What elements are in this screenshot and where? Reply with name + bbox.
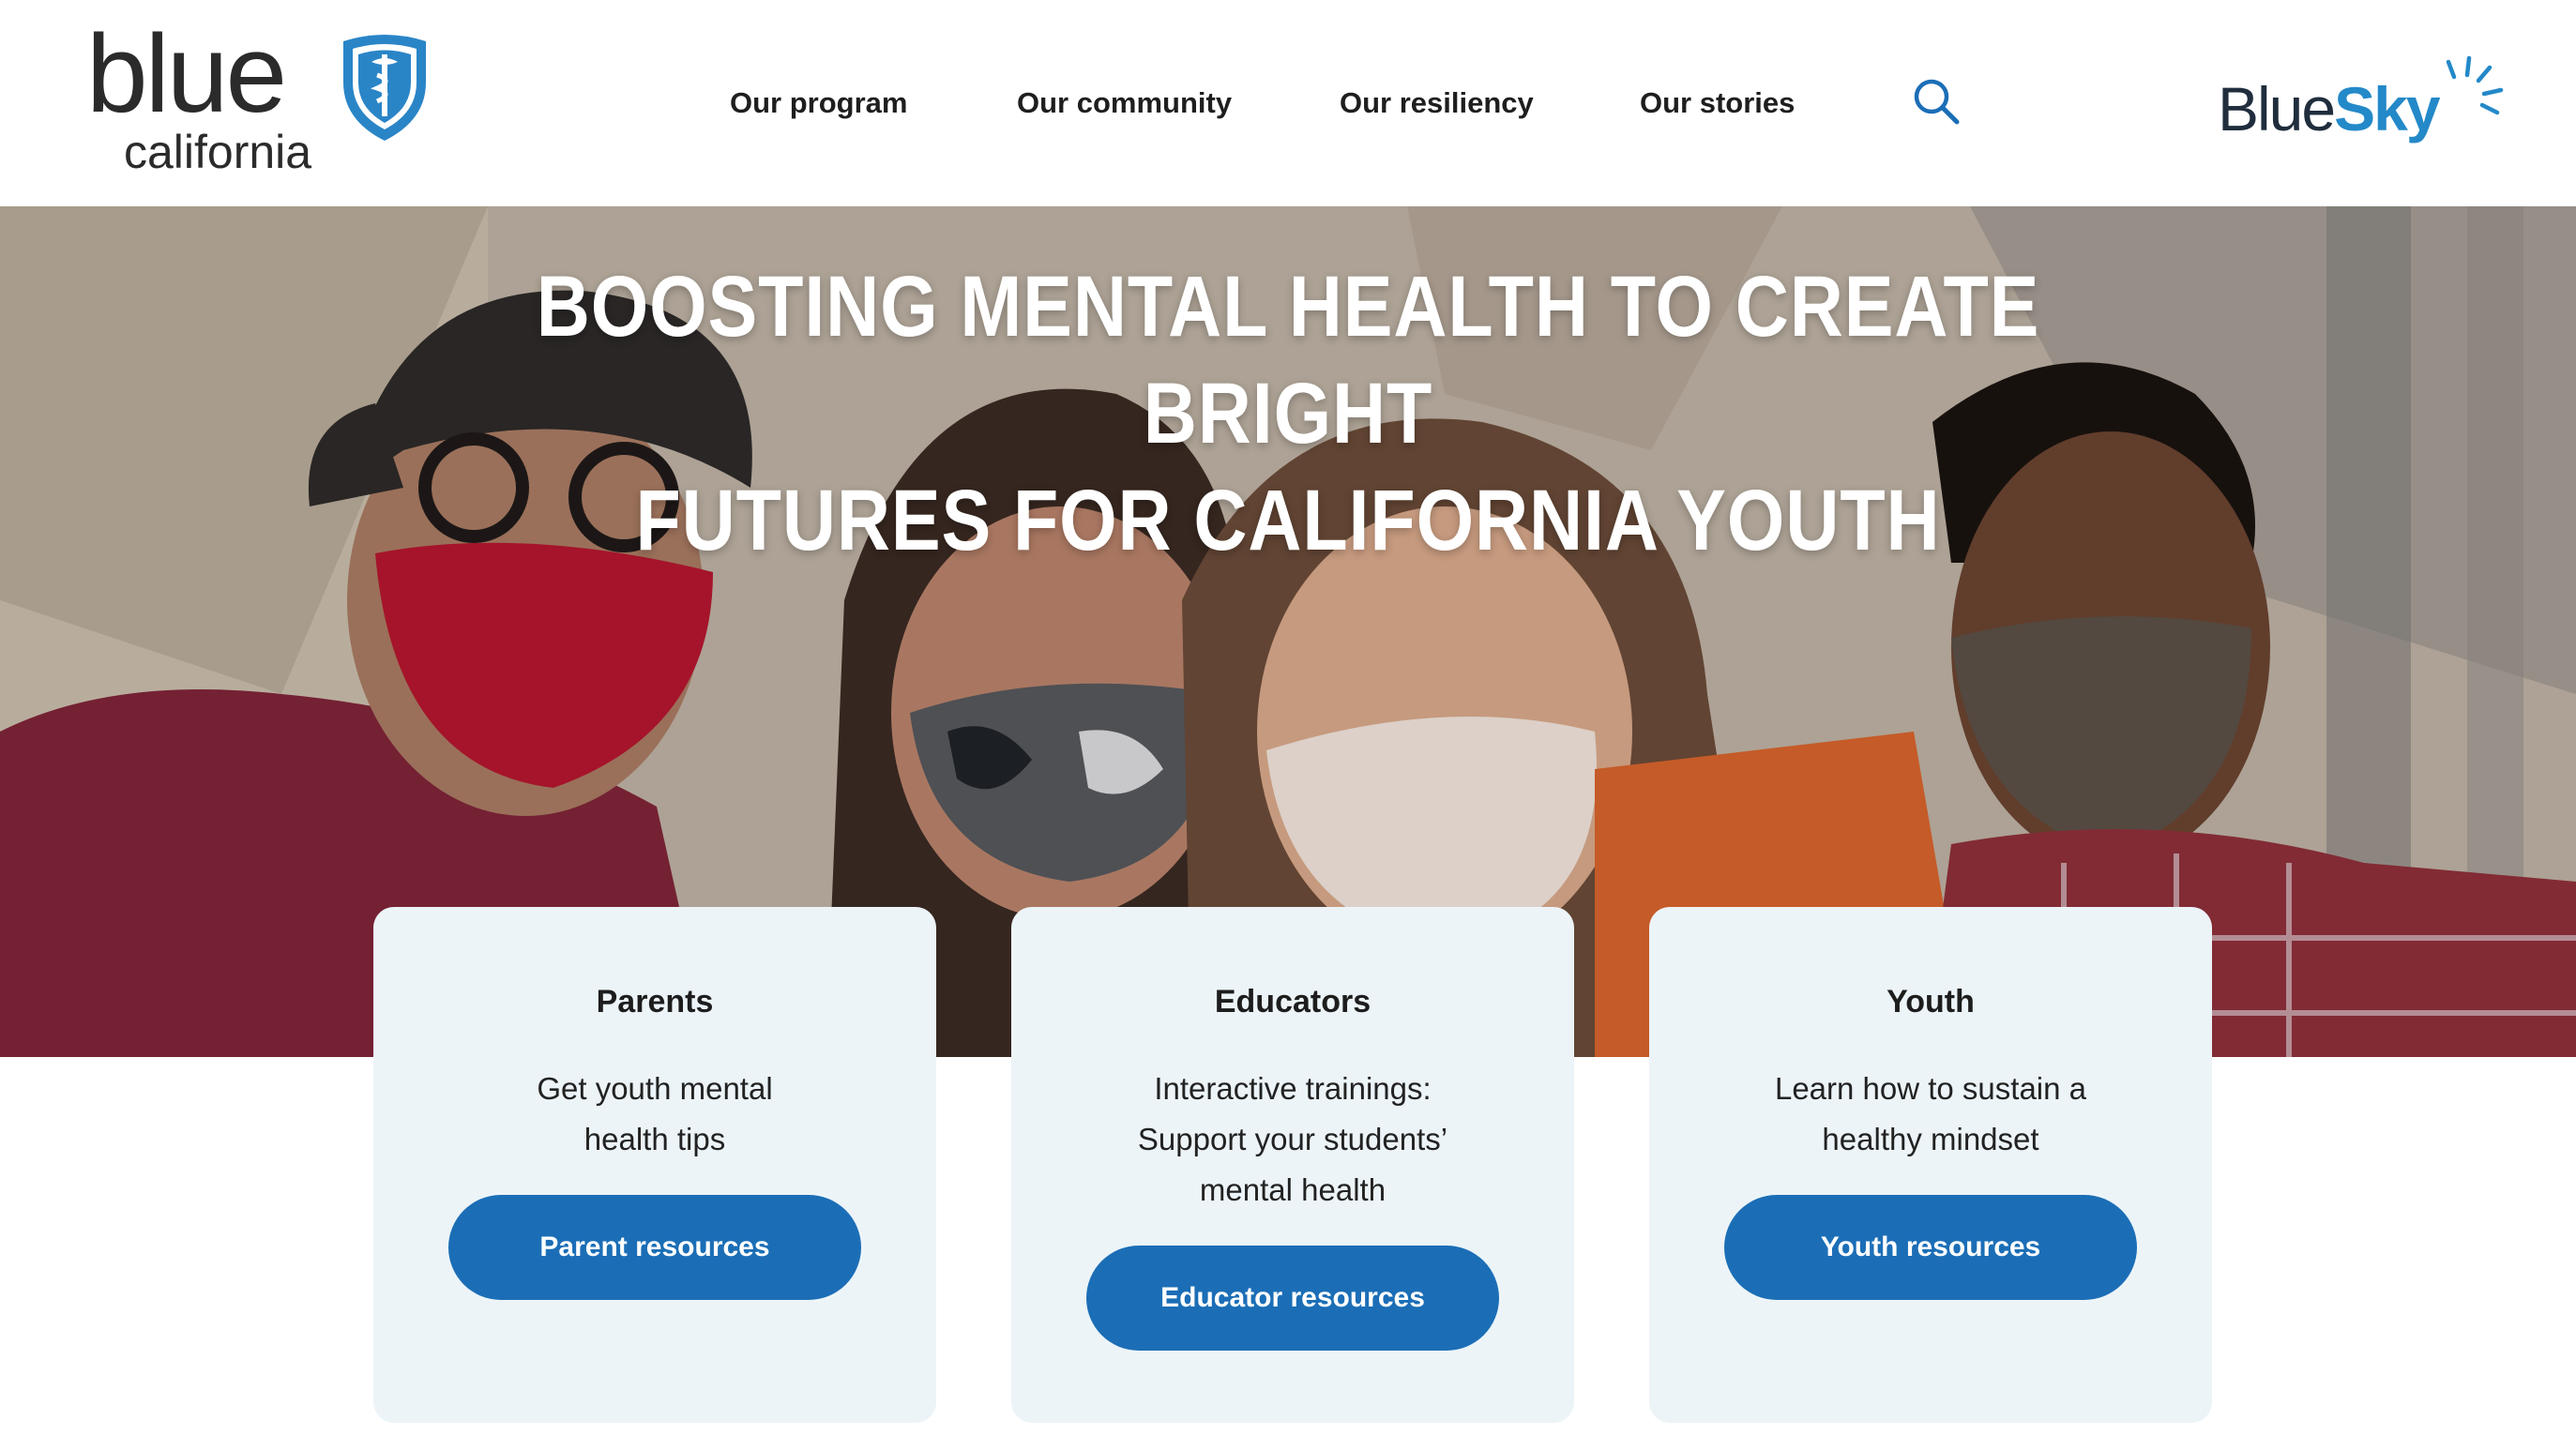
educator-resources-button[interactable]: Educator resources — [1086, 1246, 1499, 1351]
bluesky-wordmark: BlueSky — [2218, 74, 2441, 144]
hero-headline-line2: FUTURES FOR CALIFORNIA YOUTH — [635, 473, 1941, 568]
card-description: Learn how to sustain a healthy mindset — [1774, 1071, 2087, 1156]
logo-word-california: california — [124, 126, 312, 178]
card-title: Educators — [1214, 984, 1371, 1020]
nav-our-resiliency[interactable]: Our resiliency — [1340, 81, 1534, 126]
nav-our-stories[interactable]: Our stories — [1640, 81, 1795, 126]
card-title: Youth — [1887, 984, 1975, 1020]
logo-word-blue: blue — [86, 12, 287, 136]
card-title: Parents — [596, 984, 714, 1020]
card-educators: Educators Interactive trainings: Support… — [1011, 907, 1574, 1423]
card-description: Interactive trainings: Support your stud… — [1137, 1071, 1448, 1207]
blue-shield-icon — [343, 35, 426, 141]
card-parents: Parents Get youth mental health tips Par… — [373, 907, 936, 1423]
bluesky-logo[interactable]: BlueSky — [2218, 51, 2504, 154]
hero-headline: BOOSTING MENTAL HEALTH TO CREATE BRIGHT … — [422, 253, 2154, 574]
card-youth: Youth Learn how to sustain a healthy min… — [1649, 907, 2212, 1423]
site-header: blue california Our program Our communit… — [0, 0, 2576, 206]
blue-california-logo[interactable]: blue california — [86, 19, 443, 184]
nav-our-program[interactable]: Our program — [730, 81, 907, 126]
youth-resources-button[interactable]: Youth resources — [1724, 1195, 2137, 1300]
sun-rays-icon — [2446, 55, 2504, 115]
parent-resources-button[interactable]: Parent resources — [448, 1195, 861, 1300]
card-description: Get youth mental health tips — [537, 1071, 773, 1156]
nav-our-community[interactable]: Our community — [1017, 81, 1232, 126]
search-icon[interactable] — [1910, 75, 1962, 128]
hero-headline-line1: BOOSTING MENTAL HEALTH TO CREATE BRIGHT — [536, 259, 2040, 461]
